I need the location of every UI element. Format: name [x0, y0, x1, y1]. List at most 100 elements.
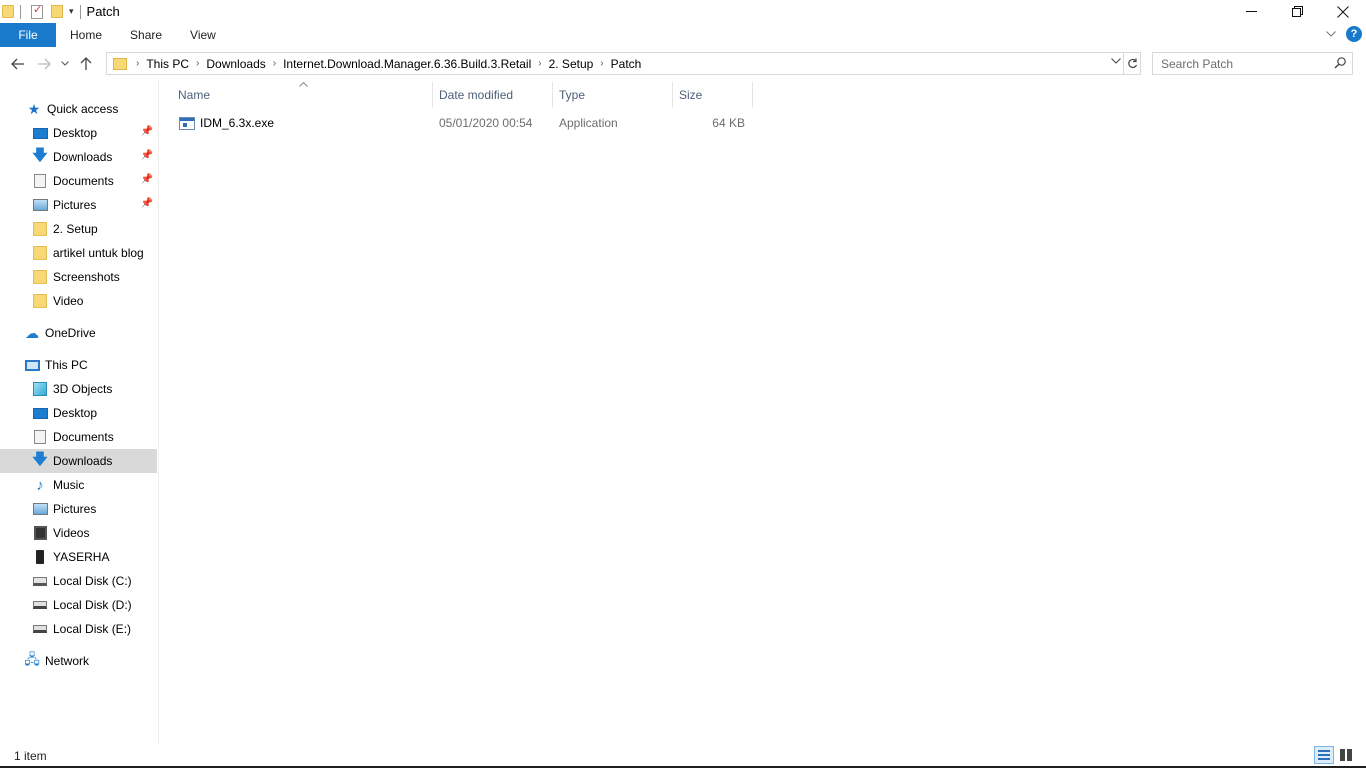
- address-bar[interactable]: › This PC › Downloads › Internet.Downloa…: [106, 52, 1124, 75]
- nav-item-pictures-pc[interactable]: Pictures: [0, 497, 157, 521]
- nav-item-documents[interactable]: Documents 📌: [0, 169, 157, 193]
- nav-item-pictures[interactable]: Pictures 📌: [0, 193, 157, 217]
- desktop-icon: [32, 125, 48, 141]
- breadcrumb-separator-icon[interactable]: ›: [535, 58, 544, 69]
- column-divider[interactable]: [432, 82, 433, 108]
- minimize-button[interactable]: [1228, 0, 1274, 23]
- pin-icon[interactable]: 📌: [141, 150, 153, 161]
- downloads-icon: 🡇: [32, 146, 48, 164]
- nav-label: Desktop: [53, 406, 98, 420]
- search-input[interactable]: [1161, 56, 1326, 71]
- nav-item-local-disk-d[interactable]: Local Disk (D:): [0, 593, 157, 617]
- 3d-objects-icon: [32, 381, 48, 397]
- tab-share[interactable]: Share: [116, 23, 176, 47]
- videos-icon: [32, 525, 48, 541]
- new-folder-icon[interactable]: [51, 5, 63, 18]
- disk-icon: [32, 621, 48, 637]
- nav-item-desktop-pc[interactable]: Desktop: [0, 401, 157, 425]
- refresh-icon: [1127, 58, 1137, 69]
- close-button[interactable]: [1320, 0, 1366, 23]
- restore-button[interactable]: [1274, 0, 1320, 23]
- column-header-type[interactable]: Type: [559, 80, 672, 109]
- column-divider[interactable]: [752, 82, 753, 108]
- this-pc-icon: [24, 357, 40, 373]
- folder-icon: [113, 57, 127, 70]
- breadcrumb-separator-icon[interactable]: ›: [193, 58, 202, 69]
- up-button[interactable]: [73, 51, 99, 77]
- column-header-date-modified[interactable]: Date modified: [439, 80, 552, 109]
- pin-icon[interactable]: 📌: [141, 174, 153, 185]
- nav-label: 3D Objects: [53, 382, 113, 396]
- column-divider[interactable]: [552, 82, 553, 108]
- nav-item-local-disk-c[interactable]: Local Disk (C:): [0, 569, 157, 593]
- tab-file[interactable]: File: [0, 23, 56, 47]
- folder-icon: [2, 5, 14, 18]
- nav-label: artikel untuk blog: [53, 246, 144, 260]
- search-icon[interactable]: [1334, 57, 1346, 72]
- pane-divider[interactable]: [158, 80, 159, 744]
- recent-locations-button[interactable]: [57, 51, 73, 77]
- properties-icon[interactable]: [31, 3, 43, 19]
- file-size: 64 KB: [712, 116, 745, 130]
- nav-item-desktop[interactable]: Desktop 📌: [0, 121, 157, 145]
- breadcrumb-separator-icon[interactable]: ›: [597, 58, 606, 69]
- nav-item-documents-pc[interactable]: Documents: [0, 425, 157, 449]
- nav-label: Documents: [53, 174, 114, 188]
- column-header-size[interactable]: Size: [679, 80, 752, 109]
- tab-view[interactable]: View: [176, 23, 230, 47]
- details-view-button[interactable]: [1314, 746, 1334, 764]
- forward-button[interactable]: [31, 51, 57, 77]
- nav-label: Quick access: [47, 102, 119, 116]
- breadcrumb-idm-folder[interactable]: Internet.Download.Manager.6.36.Build.3.R…: [279, 57, 535, 71]
- navigation-pane: ★ Quick access Desktop 📌 🡇 Downloads 📌 D…: [0, 97, 158, 743]
- expand-ribbon-icon[interactable]: [1326, 28, 1336, 40]
- phone-icon: [32, 549, 48, 565]
- column-header-name[interactable]: Name: [178, 80, 433, 109]
- desktop-icon: [32, 405, 48, 421]
- breadcrumb-patch[interactable]: Patch: [607, 57, 646, 71]
- minimize-icon: [1245, 11, 1257, 12]
- navigation-bar: › This PC › Downloads › Internet.Downloa…: [0, 47, 1366, 80]
- breadcrumb-setup[interactable]: 2. Setup: [545, 57, 598, 71]
- breadcrumb-separator-icon[interactable]: ›: [133, 58, 142, 69]
- nav-label: Local Disk (E:): [53, 622, 132, 636]
- nav-item-video[interactable]: Video: [0, 289, 157, 313]
- nav-item-local-disk-e[interactable]: Local Disk (E:): [0, 617, 157, 641]
- nav-item-3d-objects[interactable]: 3D Objects: [0, 377, 157, 401]
- search-box[interactable]: [1152, 52, 1353, 75]
- refresh-button[interactable]: [1124, 52, 1141, 75]
- pictures-icon: [32, 501, 48, 517]
- column-divider[interactable]: [672, 82, 673, 108]
- nav-label: Music: [53, 478, 85, 492]
- folder-icon: [32, 221, 48, 237]
- nav-onedrive[interactable]: ☁ OneDrive: [0, 321, 157, 345]
- nav-this-pc[interactable]: This PC: [0, 353, 157, 377]
- nav-item-downloads[interactable]: 🡇 Downloads 📌: [0, 145, 157, 169]
- nav-quick-access[interactable]: ★ Quick access: [0, 97, 157, 121]
- file-row[interactable]: IDM_6.3x.exe 05/01/2020 00:54 Applicatio…: [174, 112, 754, 134]
- nav-item-screenshots[interactable]: Screenshots: [0, 265, 157, 289]
- file-list-pane[interactable]: Name Date modified Type Size IDM_6.3x.ex…: [160, 80, 1366, 744]
- breadcrumb-downloads[interactable]: Downloads: [202, 57, 269, 71]
- help-icon[interactable]: ?: [1346, 26, 1362, 42]
- breadcrumb-this-pc[interactable]: This PC: [142, 57, 193, 71]
- breadcrumb-separator-icon[interactable]: ›: [270, 58, 279, 69]
- documents-icon: [32, 173, 48, 189]
- file-name: IDM_6.3x.exe: [200, 116, 275, 130]
- customize-toolbar-icon[interactable]: ▾: [69, 6, 74, 17]
- nav-item-music[interactable]: ♪ Music: [0, 473, 157, 497]
- pin-icon[interactable]: 📌: [141, 198, 153, 209]
- back-button[interactable]: [5, 51, 31, 77]
- nav-label: Downloads: [53, 454, 113, 468]
- nav-item-videos[interactable]: Videos: [0, 521, 157, 545]
- restore-icon: [1291, 6, 1303, 17]
- nav-item-yaserha[interactable]: YASERHA: [0, 545, 157, 569]
- nav-network[interactable]: 🖧 Network: [0, 649, 157, 673]
- pin-icon[interactable]: 📌: [141, 126, 153, 137]
- nav-item-2-setup[interactable]: 2. Setup: [0, 217, 157, 241]
- nav-item-artikel-untuk-blog[interactable]: artikel untuk blog: [0, 241, 157, 265]
- large-icons-view-button[interactable]: [1336, 746, 1356, 764]
- address-history-dropdown-icon[interactable]: [1111, 56, 1121, 67]
- nav-item-downloads-pc[interactable]: 🡇 Downloads: [0, 449, 157, 473]
- tab-home[interactable]: Home: [56, 23, 116, 47]
